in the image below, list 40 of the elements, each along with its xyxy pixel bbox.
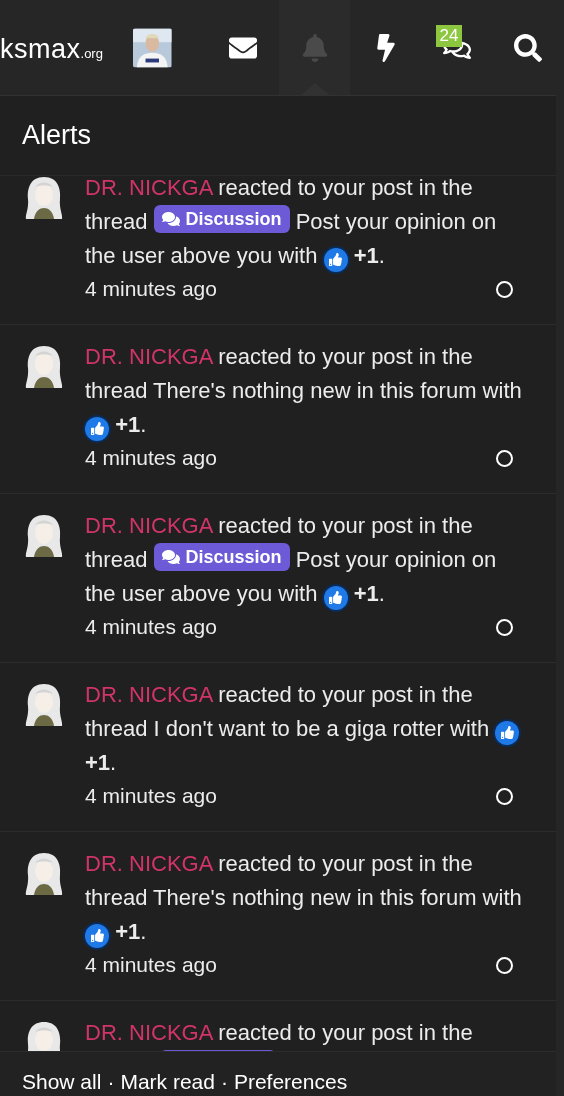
discussion-icon <box>161 210 180 228</box>
prefix-badge[interactable]: Discussion <box>153 543 290 571</box>
footer-link[interactable]: Show all <box>22 1068 102 1096</box>
alert-time: 4 minutes ago <box>85 783 217 809</box>
alert-item[interactable]: DR. NICKGA reacted to your post in the thread Discussion Post your opinion on the user above you with +1. 4 minutes ago <box>0 176 556 325</box>
unread-count-badge: 24 <box>435 25 463 47</box>
search-icon <box>514 33 543 62</box>
alert-text: DR. NICKGA reacted to your post in the thread I don't want to be a giga rotter with +1. <box>85 678 525 780</box>
like-reaction-icon <box>323 585 348 610</box>
mark-read-toggle[interactable] <box>496 618 513 636</box>
alert-text: DR. NICKGA reacted to your post in the thread Discussion Post your opinion on the user above you with +1. <box>85 509 525 611</box>
alert-item[interactable]: DR. NICKGA reacted to your post in the thread There's nothing new in this forum with +1. 4 minutes ago <box>0 832 556 1001</box>
bell-icon <box>300 33 329 62</box>
mark-read-toggle[interactable] <box>496 956 513 974</box>
panel-title: Alerts <box>0 96 556 176</box>
alert-item[interactable]: DR. NICKGA reacted to your post in the thread There's nothing new in this forum with +1. 4 minutes ago <box>0 325 556 494</box>
discussion-icon <box>161 548 180 566</box>
alert-item[interactable]: DR. NICKGA reacted to your post in the thread Discussion Post your opinion on the user above you with +1. 4 minutes ago <box>0 494 556 663</box>
alert-time: 4 minutes ago <box>85 614 217 640</box>
footer-link[interactable]: Preferences <box>233 1068 348 1096</box>
alert-text: DR. NICKGA reacted to your post in the <box>85 1019 474 1047</box>
footer-link[interactable]: Mark read <box>120 1068 215 1096</box>
alert-text: DR. NICKGA reacted to your post in the thread There's nothing new in this forum with +1. <box>85 847 525 949</box>
mark-read-toggle[interactable] <box>496 280 513 298</box>
alert-time: 4 minutes ago <box>85 952 217 978</box>
like-reaction-icon <box>495 720 520 745</box>
alert-item[interactable]: DR. NICKGA reacted to your post in the thread I don't want to be a giga rotter with +1. 4 minutes ago <box>0 663 556 832</box>
mark-read-toggle[interactable] <box>496 787 513 805</box>
like-reaction-icon <box>85 923 109 948</box>
separator: · <box>220 1069 228 1095</box>
like-reaction-icon <box>323 247 348 272</box>
mark-read-toggle[interactable] <box>496 449 513 467</box>
separator: · <box>107 1069 115 1095</box>
alert-time: 4 minutes ago <box>85 445 217 471</box>
alert-text: DR. NICKGA reacted to your post in the thread There's nothing new in this forum with +1. <box>85 340 525 442</box>
prefix-badge[interactable]: Discussion <box>153 205 290 233</box>
like-reaction-icon <box>85 416 109 441</box>
alert-time: 4 minutes ago <box>85 276 217 302</box>
site-logo[interactable]: ksmax.org <box>0 30 124 65</box>
alert-text: DR. NICKGA reacted to your post in the thread Discussion Post your opinion on the user above you with +1. <box>85 176 525 273</box>
